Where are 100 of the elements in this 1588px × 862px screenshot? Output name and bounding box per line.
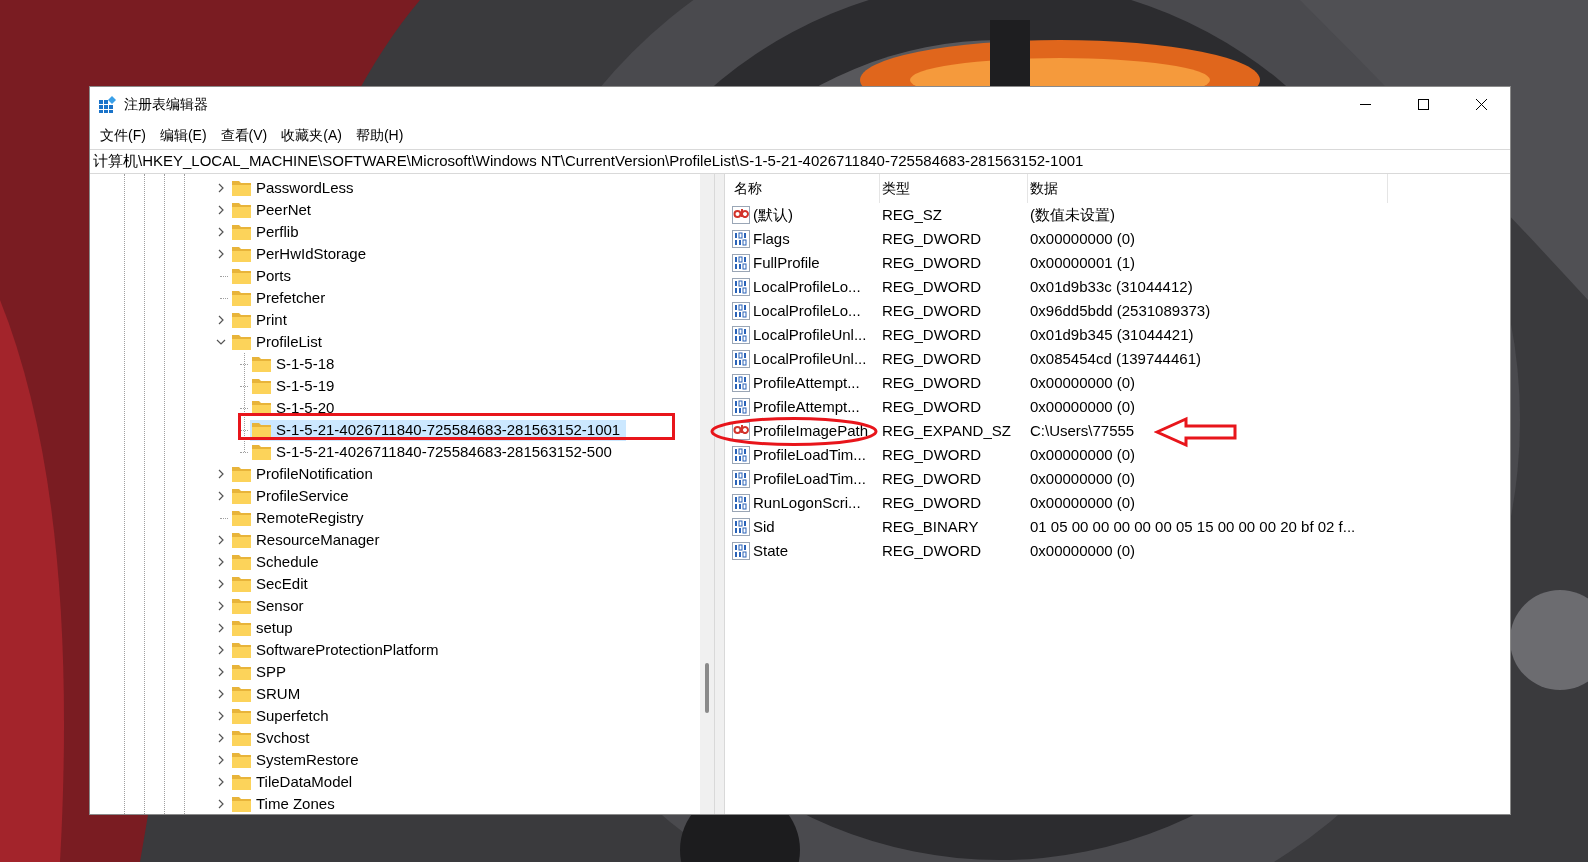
tree-item[interactable]: S-1-5-19 [250, 375, 341, 397]
value-data: 0x00000000 (0) [1030, 469, 1136, 487]
chevron-right-icon[interactable] [218, 755, 224, 765]
chevron-right-icon[interactable] [218, 557, 224, 567]
column-header[interactable]: 类型 [880, 174, 1028, 203]
value-name[interactable]: ProfileLoadTim... [753, 467, 866, 491]
chevron-right-icon[interactable] [218, 711, 224, 721]
tree-item[interactable]: setup [230, 617, 299, 639]
tree-item[interactable]: S-1-5-18 [250, 353, 341, 375]
tree-item[interactable]: Print [230, 309, 293, 331]
value-name[interactable]: (默认) [753, 203, 793, 227]
menu-item[interactable]: 收藏夹(A) [274, 121, 349, 149]
value-name[interactable]: State [753, 539, 789, 563]
value-name[interactable]: FullProfile [753, 251, 820, 275]
tree-item[interactable]: TileDataModel [230, 771, 359, 793]
tree-item[interactable]: S-1-5-20 [250, 397, 341, 419]
tree-item[interactable]: PeerNet [230, 199, 318, 221]
value-data: (数值未设置) [1030, 205, 1115, 223]
tree-item[interactable]: Ports [230, 265, 297, 287]
value-data: 0x00000000 (0) [1030, 541, 1136, 559]
value-name[interactable]: ProfileAttempt... [753, 371, 860, 395]
tree-item[interactable]: Schedule [230, 551, 325, 573]
binary-value-icon [732, 446, 750, 464]
value-name[interactable]: Flags [753, 227, 790, 251]
chevron-right-icon[interactable] [218, 491, 224, 501]
chevron-right-icon[interactable] [218, 249, 224, 259]
folder-icon [232, 708, 251, 724]
tree-item[interactable]: SecEdit [230, 573, 314, 595]
tree-item[interactable]: SRUM [230, 683, 307, 705]
chevron-right-icon[interactable] [218, 623, 224, 633]
value-name[interactable]: LocalProfileUnl... [753, 347, 867, 371]
chevron-right-icon[interactable] [218, 601, 224, 611]
chevron-right-icon[interactable] [218, 579, 224, 589]
chevron-right-icon[interactable] [218, 227, 224, 237]
chevron-right-icon[interactable] [218, 733, 224, 743]
tree-item[interactable]: RemoteRegistry [230, 507, 370, 529]
value-type: REG_DWORD [882, 253, 982, 271]
menu-item[interactable]: 查看(V) [213, 121, 275, 149]
menu-item[interactable]: 帮助(H) [348, 121, 411, 149]
tree-item[interactable]: SPP [230, 661, 292, 683]
value-name[interactable]: ProfileLoadTim... [753, 443, 866, 467]
binary-value-icon [732, 542, 750, 560]
value-name[interactable]: RunLogonScri... [753, 491, 861, 515]
menu-item[interactable]: 文件(F) [93, 121, 153, 149]
value-name[interactable]: Sid [753, 515, 775, 539]
folder-icon [232, 620, 251, 636]
scrollbar[interactable] [700, 174, 714, 814]
tree-item[interactable]: Sensor [230, 595, 310, 617]
tree-item[interactable]: Svchost [230, 727, 316, 749]
folder-icon [232, 510, 251, 526]
value-data: 0x085454cd (139744461) [1030, 349, 1201, 367]
folder-icon [252, 356, 271, 372]
chevron-right-icon[interactable] [218, 315, 224, 325]
value-data: 0x01d9b345 (31044421) [1030, 325, 1194, 343]
tree-item[interactable]: ProfileService [230, 485, 355, 507]
value-name[interactable]: LocalProfileUnl... [753, 323, 867, 347]
scrollbar-thumb[interactable] [705, 663, 709, 713]
string-value-icon [732, 206, 750, 224]
chevron-right-icon[interactable] [218, 469, 224, 479]
tree-item[interactable]: ProfileNotification [230, 463, 379, 485]
tree-item[interactable]: ProfileList [230, 331, 328, 353]
chevron-right-icon[interactable] [218, 777, 224, 787]
folder-icon [232, 246, 251, 262]
chevron-right-icon[interactable] [218, 799, 224, 809]
tree-item[interactable]: Perflib [230, 221, 305, 243]
binary-value-icon [732, 278, 750, 296]
arrow-icon [1154, 416, 1238, 448]
value-name[interactable]: ProfileAttempt... [753, 395, 860, 419]
column-header[interactable]: 数据 [1028, 174, 1388, 203]
tree-item[interactable]: Prefetcher [230, 287, 332, 309]
chevron-right-icon[interactable] [218, 689, 224, 699]
tree-item[interactable]: PasswordLess [230, 177, 360, 199]
chevron-right-icon[interactable] [218, 645, 224, 655]
value-type: REG_DWORD [882, 541, 982, 559]
value-name[interactable]: LocalProfileLo... [753, 275, 861, 299]
value-name[interactable]: LocalProfileLo... [753, 299, 861, 323]
address-bar[interactable]: 计算机\HKEY_LOCAL_MACHINE\SOFTWARE\Microsoft\Windows NT\CurrentVersion\ProfileList\S-1-5-21-4026711840-725584683-281563152-1001 [90, 149, 1510, 174]
chevron-right-icon[interactable] [218, 667, 224, 677]
tree-item[interactable]: Time Zones [230, 793, 341, 814]
tree-item[interactable]: PerHwIdStorage [230, 243, 373, 265]
value-data: 0x00000000 (0) [1030, 397, 1136, 415]
close-icon [1475, 98, 1487, 110]
tree-item[interactable]: ResourceManager [230, 529, 386, 551]
menu-item[interactable]: 编辑(E) [152, 121, 214, 149]
binary-value-icon [732, 230, 750, 248]
folder-icon [232, 312, 251, 328]
folder-icon [232, 554, 251, 570]
binary-value-icon [732, 398, 750, 416]
chevron-down-icon[interactable] [216, 339, 226, 345]
tree-item[interactable]: S-1-5-21-4026711840-725584683-281563152-500 [250, 441, 618, 463]
tree-item[interactable]: SoftwareProtectionPlatform [230, 639, 445, 661]
folder-icon [232, 532, 251, 548]
value-type: REG_DWORD [882, 277, 982, 295]
tree-item[interactable]: SystemRestore [230, 749, 365, 771]
chevron-right-icon[interactable] [218, 535, 224, 545]
binary-value-icon [732, 326, 750, 344]
chevron-right-icon[interactable] [218, 183, 224, 193]
chevron-right-icon[interactable] [218, 205, 224, 215]
column-header[interactable]: 名称 [732, 174, 880, 203]
tree-item[interactable]: Superfetch [230, 705, 335, 727]
